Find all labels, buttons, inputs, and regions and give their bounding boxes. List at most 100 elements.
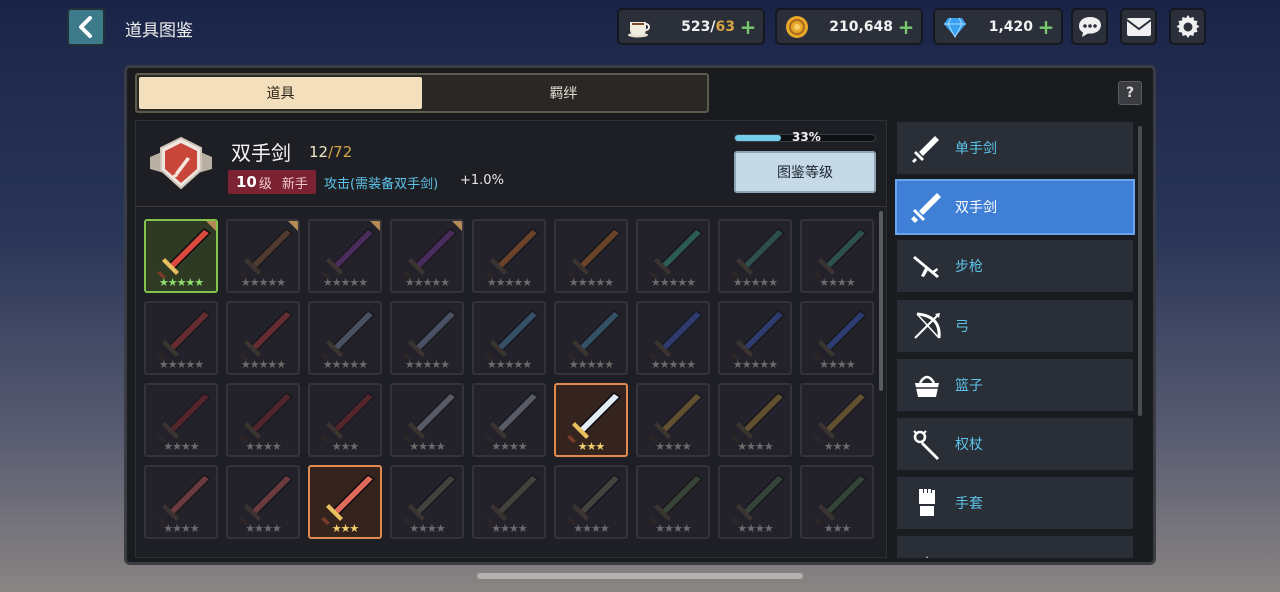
item-slot[interactable]: ★★★★★ (144, 219, 218, 293)
star-rating: ★★★★ (573, 522, 609, 535)
add-gold-button[interactable]: + (897, 15, 915, 39)
total-count: 72 (333, 143, 353, 161)
gold-counter: 210,648 + (775, 8, 923, 45)
item-slot[interactable]: ★★★★★ (636, 219, 710, 293)
category-item-8[interactable] (895, 534, 1135, 558)
star-rating: ★★★★★ (486, 276, 532, 289)
greatsword-icon (157, 310, 212, 361)
item-slot[interactable]: ★★★ (308, 465, 382, 539)
greatsword-icon (731, 474, 786, 525)
item-slot[interactable]: ★★★★ (636, 465, 710, 539)
item-slot[interactable]: ★★★★ (226, 465, 300, 539)
item-slot[interactable]: ★★★ (554, 383, 628, 457)
category-item-6[interactable]: 权杖 (895, 416, 1135, 472)
item-slot[interactable]: ★★★★★ (144, 301, 218, 375)
greatsword-icon (731, 392, 786, 443)
greatsword-icon (485, 474, 540, 525)
greatsword-icon (239, 228, 294, 279)
home-indicator[interactable] (477, 573, 803, 579)
star-rating: ★★★★ (655, 440, 691, 453)
level-number: 10 (236, 173, 257, 191)
star-rating: ★★★★ (163, 440, 199, 453)
star-rating: ★★★★★ (568, 276, 614, 289)
item-slot[interactable]: ★★★ (800, 465, 874, 539)
item-slot[interactable]: ★★★★★ (718, 301, 792, 375)
item-slot[interactable]: ★★★★★ (308, 301, 382, 375)
rifle-icon (911, 250, 943, 282)
item-slot[interactable]: ★★★★ (144, 465, 218, 539)
item-slot[interactable]: ★★★★ (800, 219, 874, 293)
grid-scrollbar[interactable] (879, 211, 883, 391)
tab-bar: 道具 羁绊 (135, 73, 709, 113)
page-title: 道具图鉴 (125, 21, 193, 41)
item-slot[interactable]: ★★★★ (800, 301, 874, 375)
item-slot[interactable]: ★★★★ (718, 383, 792, 457)
item-slot[interactable]: ★★★★★ (718, 219, 792, 293)
greatsword-icon (649, 474, 704, 525)
coffee-cup-icon (627, 15, 651, 39)
category-scrollbar[interactable] (1138, 126, 1142, 416)
greatsword-icon (813, 310, 868, 361)
star-rating: ★★★★★ (650, 276, 696, 289)
category-item-1[interactable]: 单手剑 (895, 120, 1135, 176)
diamond-icon (943, 15, 967, 39)
item-slot[interactable]: ★★★★ (144, 383, 218, 457)
item-slot[interactable]: ★★★★ (226, 383, 300, 457)
category-emblem-icon (146, 135, 216, 195)
mail-button[interactable] (1120, 8, 1157, 45)
tab-items[interactable]: 道具 (139, 77, 422, 109)
chat-button[interactable] (1071, 8, 1108, 45)
codex-progress-text: 33% (792, 130, 821, 144)
greatsword-icon (239, 392, 294, 443)
back-button[interactable] (67, 8, 105, 46)
item-slot[interactable]: ★★★★★ (226, 219, 300, 293)
item-slot[interactable]: ★★★★★ (554, 219, 628, 293)
stamina-max: 63 (715, 18, 735, 35)
bonus-effect-label: 攻击(需装备双手剑) (324, 177, 439, 192)
item-slot[interactable]: ★★★★ (718, 465, 792, 539)
item-slot[interactable]: ★★★★ (472, 465, 546, 539)
item-slot[interactable]: ★★★★★ (226, 301, 300, 375)
item-slot[interactable]: ★★★★ (554, 465, 628, 539)
help-button[interactable]: ? (1118, 81, 1142, 105)
stamina-current: 523 (681, 18, 711, 35)
item-grid: ★★★★★ ★★★★★ ★★★★★ ★★★★★ ★★★★★ ★★★★★ ★★★★★ ★★★★★… (144, 219, 884, 559)
settings-button[interactable] (1169, 8, 1206, 45)
category-item-7[interactable]: 手套 (895, 475, 1135, 532)
category-item-3[interactable]: 步枪 (895, 238, 1135, 295)
tab-bonds[interactable]: 羁绊 (422, 77, 705, 109)
item-slot[interactable]: ★★★★★ (636, 301, 710, 375)
greatsword-icon (321, 310, 376, 361)
item-slot[interactable]: ★★★★★ (390, 301, 464, 375)
greatsword-icon (403, 310, 458, 361)
gear-icon (1176, 14, 1199, 38)
star-rating: ★★★★★ (568, 358, 614, 371)
item-slot[interactable]: ★★★★ (472, 383, 546, 457)
category-item-5[interactable]: 篮子 (895, 356, 1135, 413)
item-slot[interactable]: ★★★★★ (472, 219, 546, 293)
add-gem-button[interactable]: + (1037, 15, 1055, 39)
item-slot[interactable]: ★★★★★ (554, 301, 628, 375)
codex-progress-fill (735, 135, 782, 141)
bonus-effect-value: +1.0% (460, 173, 504, 188)
star-rating: ★★★★★ (732, 276, 778, 289)
greatsword-icon (567, 392, 622, 443)
star-rating: ★★★ (823, 440, 852, 453)
category-label: 权杖 (955, 437, 983, 453)
item-slot[interactable]: ★★★★ (390, 465, 464, 539)
item-slot[interactable]: ★★★★★ (472, 301, 546, 375)
category-item-4[interactable]: 弓 (895, 297, 1135, 354)
star-rating: ★★★★★ (650, 358, 696, 371)
item-slot[interactable]: ★★★★ (636, 383, 710, 457)
item-slot[interactable]: ★★★ (800, 383, 874, 457)
codex-level-button[interactable]: 图鉴等级 (734, 151, 876, 193)
greatsword-icon (649, 310, 704, 361)
item-slot[interactable]: ★★★★★ (390, 219, 464, 293)
category-item-2[interactable]: 双手剑 (895, 179, 1135, 236)
item-slot[interactable]: ★★★ (308, 383, 382, 457)
chevron-left-icon (79, 16, 92, 38)
collection-count: 12/72 (309, 143, 352, 161)
item-slot[interactable]: ★★★★ (390, 383, 464, 457)
add-stamina-button[interactable]: + (739, 15, 757, 39)
item-slot[interactable]: ★★★★★ (308, 219, 382, 293)
